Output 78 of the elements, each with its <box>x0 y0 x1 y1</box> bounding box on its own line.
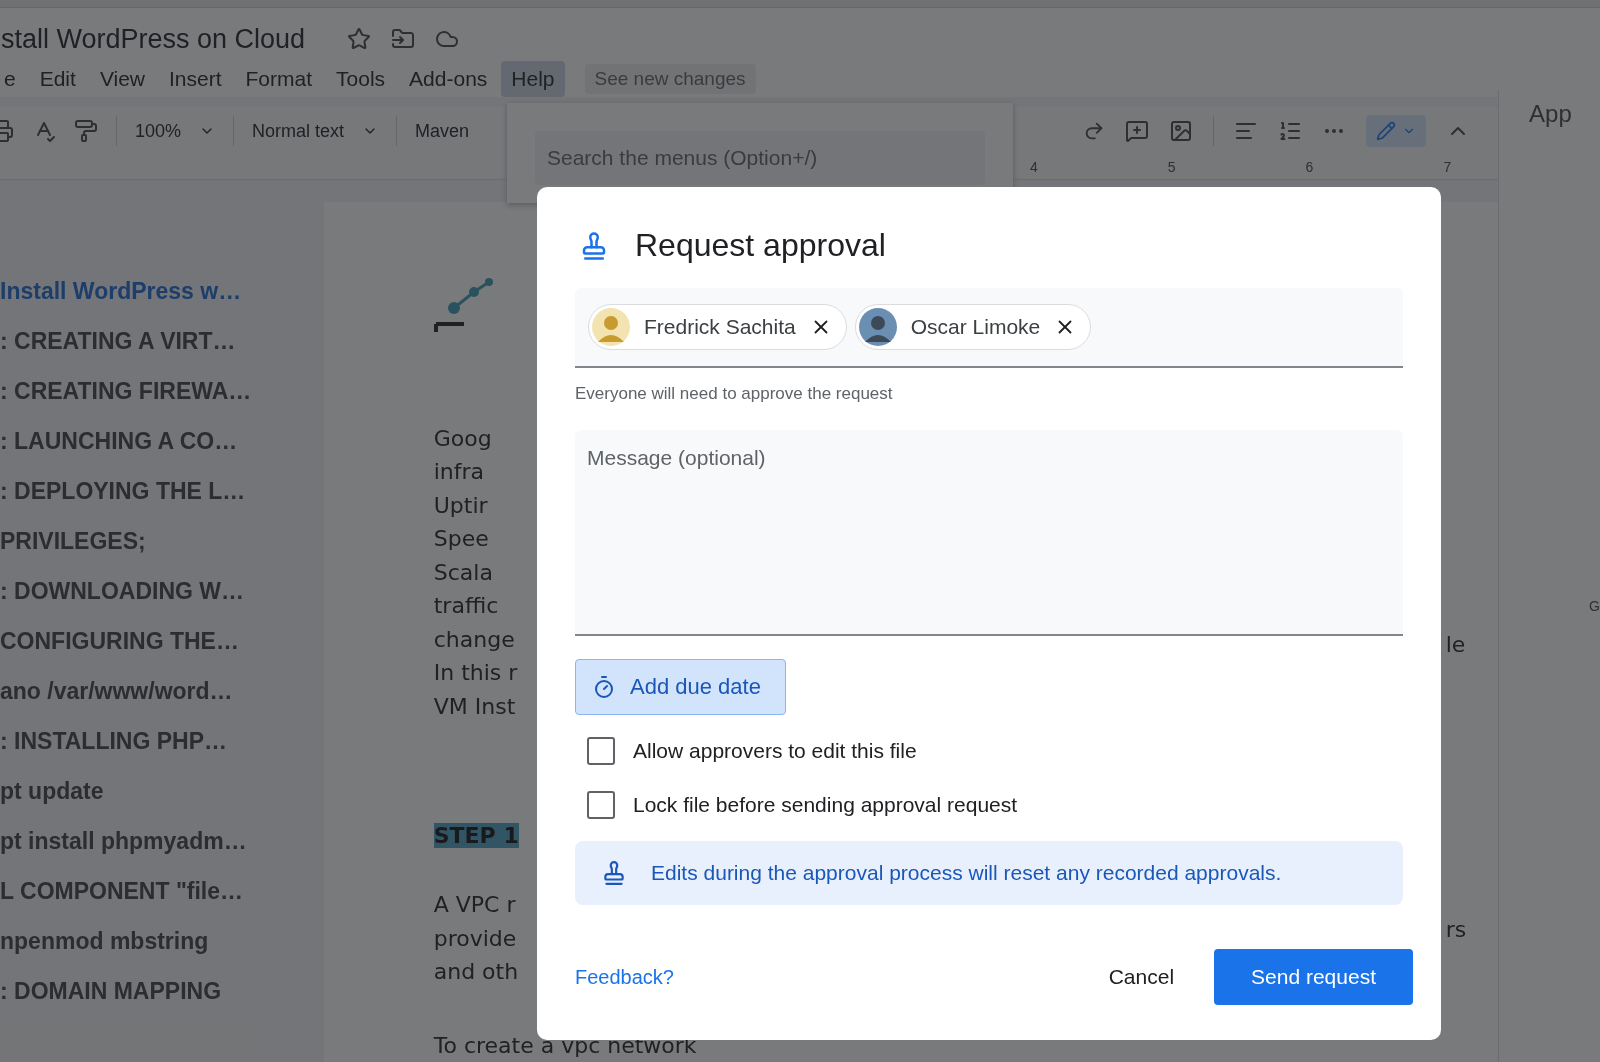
approval-hint: Everyone will need to approve the request <box>575 384 894 404</box>
ruler-number: 7 <box>1443 159 1452 176</box>
menu-item[interactable]: Help <box>501 61 565 97</box>
body-text: A VPC r <box>433 891 516 919</box>
paint-roller-icon[interactable] <box>74 119 98 144</box>
image-icon[interactable] <box>1169 119 1193 144</box>
checkbox[interactable] <box>587 737 615 765</box>
ruler-number: 5 <box>1167 159 1176 176</box>
approver-chip[interactable]: Oscar Limoke <box>854 304 1092 350</box>
menu-item[interactable]: Add-ons <box>399 61 498 97</box>
menu-item[interactable]: Format <box>235 61 323 97</box>
editing-mode-button[interactable] <box>1366 115 1426 148</box>
approver-name: Fredrick Sachita <box>644 315 796 339</box>
body-text: Spee <box>433 525 489 553</box>
outline-item[interactable]: : CREATING FIREWA… <box>0 375 324 406</box>
approvers-field[interactable]: Fredrick Sachita Oscar Limoke <box>575 288 1403 368</box>
stamp-icon <box>601 860 627 886</box>
outline-item[interactable]: pt update <box>0 775 324 806</box>
document-title[interactable]: stall WordPress on Cloud <box>1 24 306 55</box>
body-text: provide <box>433 924 517 953</box>
dialog-title: Request approval <box>635 227 886 264</box>
checkbox[interactable] <box>587 791 615 819</box>
checkbox-label: Allow approvers to edit this file <box>633 739 917 763</box>
outline-item[interactable]: : DOWNLOADING W… <box>0 575 324 606</box>
body-text: Scala <box>433 558 493 587</box>
notice-text: Edits during the approval process will reset any recorded approvals. <box>651 861 1282 885</box>
body-text: rs <box>1445 916 1467 942</box>
outline-item[interactable]: : INSTALLING PHP… <box>0 725 324 756</box>
body-text: Goog <box>433 424 492 453</box>
menu-item[interactable]: e <box>0 61 26 97</box>
menu-item[interactable]: Tools <box>326 61 396 97</box>
body-text: traffic <box>433 592 499 620</box>
menu-item[interactable]: Insert <box>159 61 232 97</box>
add-due-date-button[interactable]: Add due date <box>575 659 786 715</box>
checkbox-label: Lock file before sending approval request <box>633 793 1018 817</box>
avatar-icon <box>858 308 897 346</box>
star-icon[interactable] <box>347 27 372 52</box>
body-text: In this r <box>433 659 518 687</box>
send-request-button[interactable]: Send request <box>1214 949 1413 1005</box>
outline-item[interactable]: Install WordPress w… <box>0 275 324 306</box>
avatar-icon <box>592 308 630 346</box>
outline-item[interactable]: : CREATING A VIRT… <box>0 325 324 356</box>
timer-icon <box>592 675 616 699</box>
body-text: To create a vpc network <box>433 1031 697 1060</box>
outline-item[interactable]: npenmod mbstring <box>0 925 324 956</box>
body-text: and oth <box>433 958 519 986</box>
menu-search-field[interactable]: Search the menus (Option+/) <box>535 131 985 185</box>
side-panel-title: App <box>1529 99 1572 128</box>
body-text: le <box>1445 631 1466 657</box>
zoom-dropdown[interactable]: 100% <box>135 120 216 142</box>
add-comment-icon[interactable] <box>1125 119 1149 144</box>
message-field[interactable]: Message (optional) <box>575 430 1403 636</box>
font-dropdown[interactable]: Maven <box>415 120 470 142</box>
outline-item[interactable]: PRIVILEGES; <box>0 525 324 556</box>
body-text: infra <box>433 458 485 486</box>
see-new-changes-link[interactable]: See new changes <box>584 64 756 94</box>
outline-item[interactable]: : LAUNCHING A CO… <box>0 425 324 456</box>
pencil-icon <box>1376 121 1396 142</box>
approver-chip[interactable]: Fredrick Sachita <box>588 304 847 350</box>
ruler-number: 6 <box>1305 159 1314 176</box>
style-dropdown[interactable]: Normal text <box>252 120 379 142</box>
outline-item[interactable]: ano /var/www/word… <box>0 675 324 706</box>
outline-item[interactable]: pt install phpmyadm… <box>0 825 324 856</box>
body-text: change <box>433 625 515 654</box>
body-text: VM Inst <box>433 692 516 721</box>
outline-item[interactable]: CONFIGURING THE… <box>0 625 324 656</box>
side-panel-text: G <box>1589 597 1600 614</box>
body-text: Uptir <box>433 491 488 520</box>
feedback-link[interactable]: Feedback? <box>575 965 674 989</box>
ruler-number: 4 <box>1030 159 1038 176</box>
approver-name: Oscar Limoke <box>910 315 1041 339</box>
menu-item[interactable]: Edit <box>29 61 86 97</box>
step-heading: STEP 1 <box>433 823 519 848</box>
cancel-button[interactable]: Cancel <box>1094 953 1189 1001</box>
outline-item[interactable]: : DEPLOYING THE L… <box>0 475 324 506</box>
outline-item[interactable]: : DOMAIN MAPPING <box>0 975 324 1006</box>
menu-item[interactable]: View <box>89 61 155 97</box>
outline-item[interactable]: L COMPONENT "file… <box>0 875 324 906</box>
